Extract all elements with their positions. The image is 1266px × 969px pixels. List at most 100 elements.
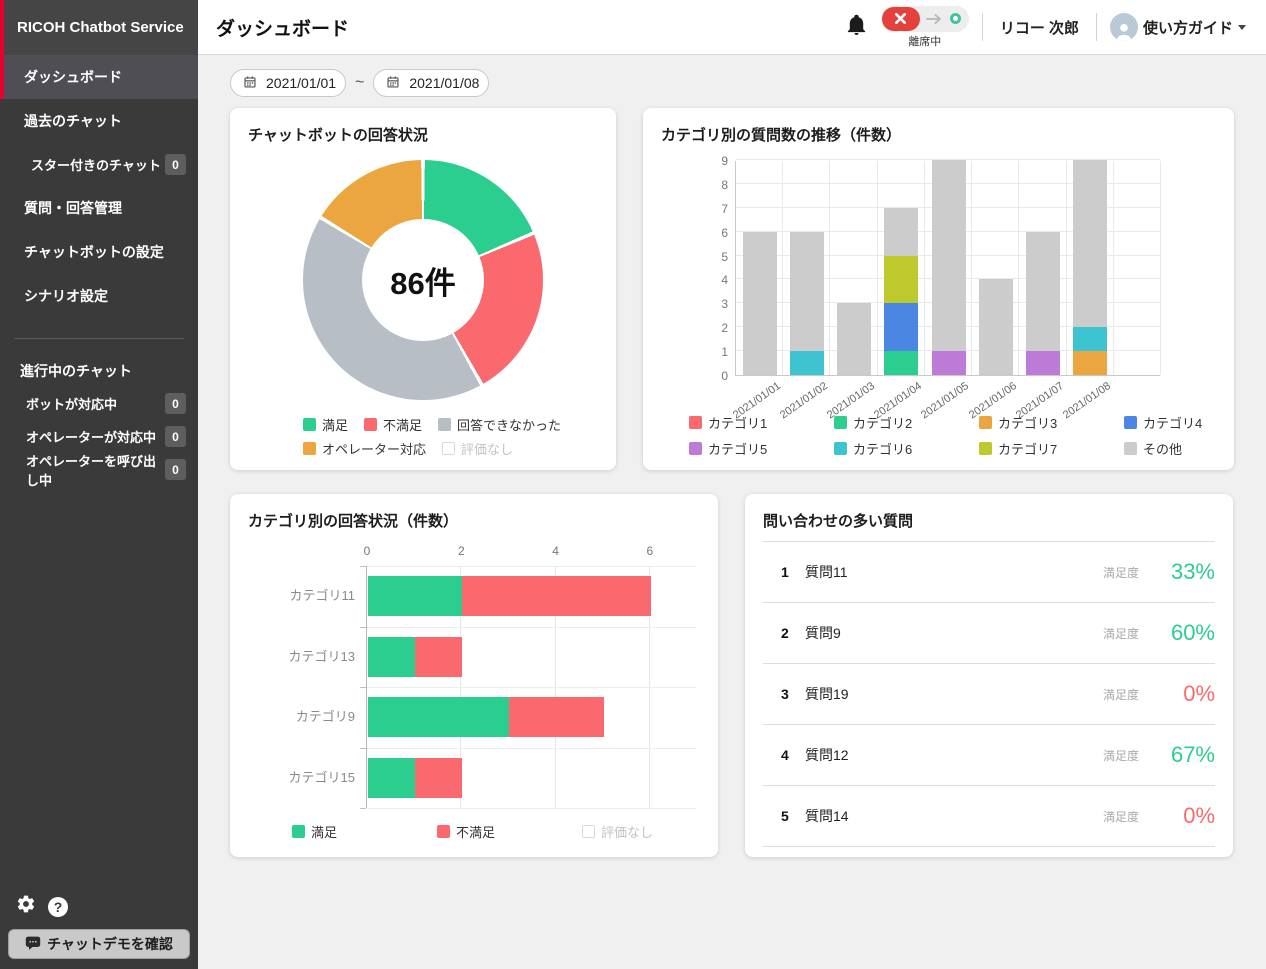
y-axis-tick-label: 5 [721,250,728,264]
stacked-bar [837,303,871,375]
sidebar-item-label: ダッシュボード [24,67,122,87]
guide-label: 使い方ガイド [1143,17,1233,38]
sidebar-status-item[interactable]: ボットが対応中 0 [0,387,198,420]
legend-item[interactable]: カテゴリ7 [979,439,1124,458]
sidebar-item[interactable]: 過去のチャット [0,99,198,143]
legend-item[interactable]: 評価なし [442,439,513,458]
sidebar-item-label: 質問・回答管理 [24,198,122,218]
count-badge: 0 [165,426,186,447]
legend-swatch [437,825,450,838]
legend-row: 満足不満足回答できなかった [303,415,561,434]
sidebar-status-item[interactable]: オペレーターを呼び出し中0 [0,453,198,486]
stacked-bar [1026,232,1060,375]
sidebar-item[interactable]: ダッシュボード [0,55,198,99]
gridline-v [877,161,878,375]
user-name[interactable]: リコー 次郎 [996,17,1083,38]
sidebar-item[interactable]: チャットボットの設定 [0,230,198,274]
legend-swatch [834,442,847,455]
question-row[interactable]: 3質問19満足度0% [763,663,1215,724]
axis-tick [360,566,366,567]
legend-item[interactable]: カテゴリ1 [689,413,834,432]
satisfaction-label: 満足度 [1103,564,1139,581]
legend-label: 評価なし [461,439,513,458]
x-axis-tick-label: 2 [458,544,465,558]
legend-item[interactable]: カテゴリ5 [689,439,834,458]
satisfaction-label: 満足度 [1103,686,1139,703]
stacked-column-chart: 01234567892021/01/012021/01/022021/01/03… [735,161,1160,376]
sidebar-status-label: ボットが対応中 [26,394,117,413]
calendar-icon [243,75,257,92]
card-title: 問い合わせの多い質問 [763,510,913,531]
satisfaction-label: 満足度 [1103,625,1139,642]
status-busy-icon [882,7,920,31]
legend-item[interactable]: 不満足 [437,822,582,841]
question-label: 質問19 [805,684,1103,704]
bar-segment [1026,351,1060,375]
sidebar-item[interactable]: スター付きのチャット0 [0,143,198,186]
sidebar-item[interactable]: シナリオ設定 [0,274,198,318]
category-label: カテゴリ13 [245,627,355,688]
presence-toggle[interactable]: 離席中 [881,6,969,49]
legend-item[interactable]: カテゴリ2 [834,413,979,432]
question-rank: 4 [781,747,805,763]
legend-item[interactable]: カテゴリ6 [834,439,979,458]
question-row[interactable]: 5質問14満足度0% [763,785,1215,846]
legend-swatch [1124,416,1137,429]
satisfaction-label: 満足度 [1103,808,1139,825]
bar-segment [368,697,509,737]
legend-item[interactable]: 満足 [292,822,437,841]
app-logo-text: RICOH Chatbot Service [17,19,184,36]
presence-toggle-pill[interactable] [881,6,969,32]
chat-demo-button[interactable]: チャットデモを確認 [8,929,190,959]
axis-tick [360,748,366,749]
gridline-v [1160,161,1161,375]
status-available-icon [950,13,961,24]
legend-item[interactable]: 回答できなかった [438,415,561,434]
top-questions-list: 1質問11満足度33%2質問9満足度60%3質問19満足度0%4質問12満足度6… [763,541,1215,847]
bar-segment [462,576,651,616]
bar-segment [415,637,462,677]
date-to-input[interactable]: 2021/01/08 [373,69,489,97]
horizontal-bar-legend: 満足不満足評価なし [292,822,727,841]
legend-swatch [442,442,455,455]
bar-segment [415,758,462,798]
help-icon[interactable]: ? [48,897,68,917]
date-from-value: 2021/01/01 [266,75,336,91]
notification-bell-icon[interactable] [845,12,868,42]
question-row[interactable]: 1質問11満足度33% [763,541,1215,602]
bar-segment [884,256,918,304]
bar-segment [790,351,824,375]
question-label: 質問11 [805,562,1103,582]
legend-label: オペレーター対応 [322,439,426,458]
horizontal-bar-chart: 0246カテゴリ11カテゴリ13カテゴリ9カテゴリ15 [366,566,696,808]
sidebar-status-label: オペレーターが対応中 [26,427,156,446]
legend-label: カテゴリ1 [708,413,767,432]
date-range-filter: 2021/01/01 ~ 2021/01/08 [230,69,489,97]
sidebar-status-list: ボットが対応中0オペレーターが対応中0オペレーターを呼び出し中0 [0,387,198,486]
legend-item[interactable]: 不満足 [364,415,422,434]
legend-item[interactable]: 満足 [303,415,348,434]
legend-label: カテゴリ7 [998,439,1057,458]
legend-item[interactable]: カテゴリ3 [979,413,1124,432]
user-guide-menu[interactable]: 使い方ガイド [1110,13,1246,41]
bar-segment [1073,351,1107,375]
legend-item[interactable]: その他 [1124,439,1266,458]
legend-item[interactable]: オペレーター対応 [303,439,426,458]
date-from-input[interactable]: 2021/01/01 [230,69,346,97]
sidebar-item[interactable]: 質問・回答管理 [0,186,198,230]
question-label: 質問12 [805,745,1103,765]
sidebar-status-item[interactable]: オペレーターが対応中 0 [0,420,198,453]
sidebar-item-label: シナリオ設定 [24,286,108,306]
gear-icon[interactable] [16,894,36,919]
legend-item[interactable]: カテゴリ4 [1124,413,1266,432]
legend-item[interactable]: 評価なし [582,822,727,841]
bar-segment [1026,232,1060,351]
axis-tick [360,687,366,688]
question-row[interactable]: 2質問9満足度60% [763,602,1215,663]
count-badge: 0 [165,459,186,480]
question-row[interactable]: 4質問12満足度67% [763,724,1215,785]
gridline-v [1113,161,1114,375]
bar-segment [932,351,966,375]
count-badge: 0 [165,393,186,414]
question-rank: 2 [781,625,805,641]
